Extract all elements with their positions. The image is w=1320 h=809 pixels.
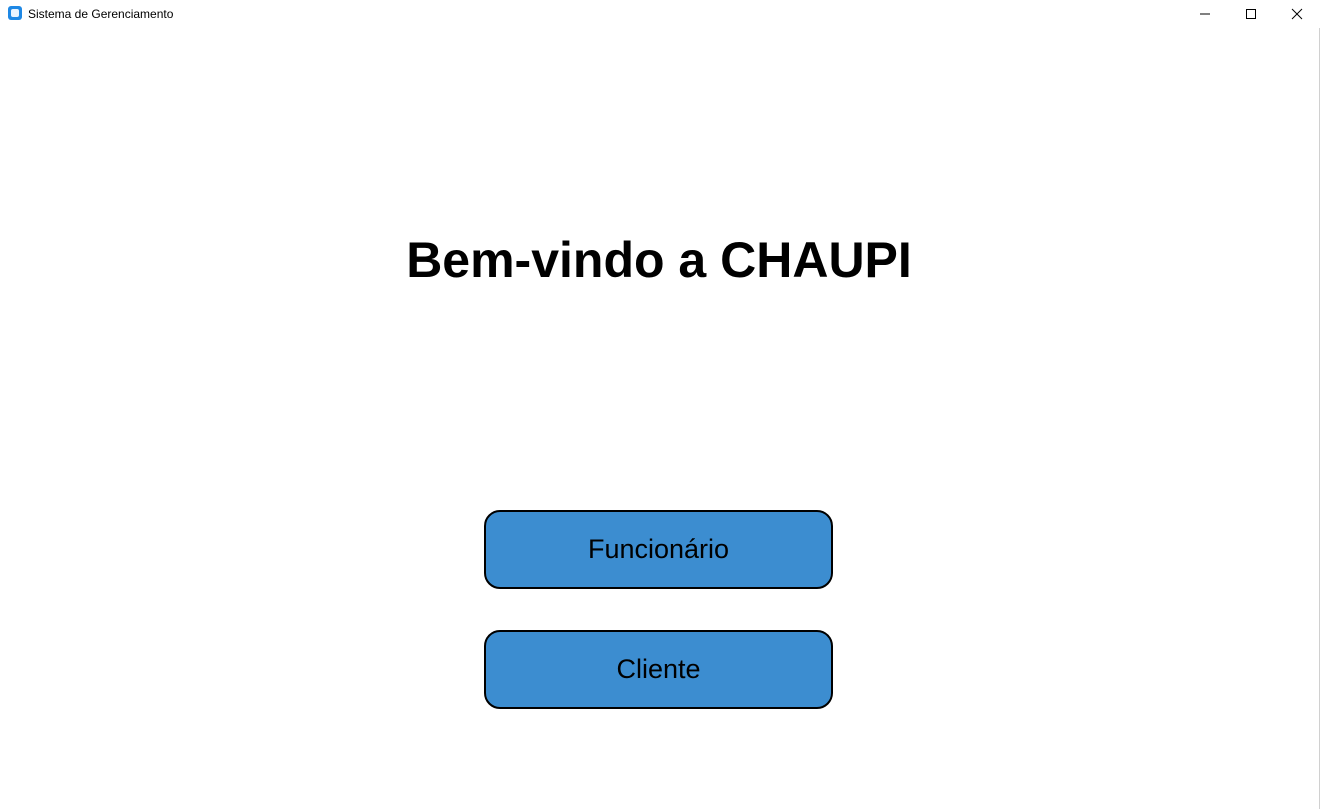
cliente-button[interactable]: Cliente xyxy=(484,630,833,709)
welcome-heading: Bem-vindo a CHAUPI xyxy=(406,232,912,288)
app-window: Sistema de Gerenciamento Bem-vindo a CHA… xyxy=(0,0,1320,809)
minimize-button[interactable] xyxy=(1182,0,1228,28)
minimize-icon xyxy=(1200,13,1210,15)
maximize-icon xyxy=(1246,9,1256,19)
close-button[interactable] xyxy=(1274,0,1320,28)
app-window-icon xyxy=(8,6,22,20)
window-title: Sistema de Gerenciamento xyxy=(28,7,174,21)
title-bar[interactable]: Sistema de Gerenciamento xyxy=(0,0,1320,28)
close-icon xyxy=(1291,8,1303,20)
funcionario-button[interactable]: Funcionário xyxy=(484,510,833,589)
maximize-button[interactable] xyxy=(1228,0,1274,28)
